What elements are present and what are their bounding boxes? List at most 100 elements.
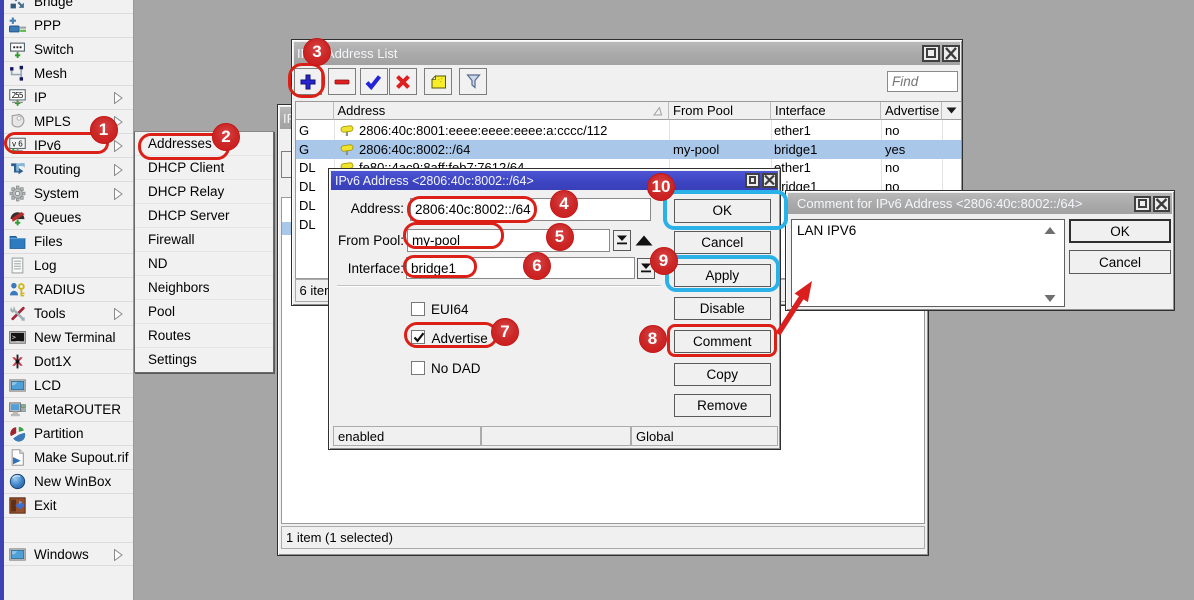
submenu-item-neighbors[interactable]: Neighbors [135, 276, 273, 300]
scroll-down-icon[interactable] [1043, 292, 1056, 303]
advertise-label: Advertise [885, 103, 939, 118]
comment-textarea[interactable]: LAN IPV6 [791, 219, 1065, 307]
cancel-button[interactable]: Cancel [674, 231, 772, 254]
row-0-address-cell: 2806:40c:8001:eeee:eeee:eeee:a:cccc/112 [359, 123, 607, 138]
dialog-maximize-icon[interactable] [745, 173, 760, 188]
b8-label: 8 [648, 329, 657, 349]
sidebar-item-new-terminal[interactable]: >_ New Terminal [4, 326, 133, 350]
terminal-icon: >_ [9, 329, 26, 346]
submenu-item-nd[interactable]: ND [135, 252, 273, 276]
bridge-icon [9, 0, 26, 10]
svg-text:>_: >_ [12, 333, 21, 341]
submenu-arrow-icon [114, 164, 123, 176]
comment-ok-button[interactable]: OK [1069, 219, 1171, 243]
eui64-label: EUI64 [431, 302, 469, 317]
sidebar-item-tools[interactable]: Tools [4, 302, 133, 326]
table-row-selected[interactable]: G 2806:40c:8002::/64 my-pool bridge1 yes [296, 140, 961, 159]
sidebar-item-make-supout[interactable]: Make Supout.rif [4, 446, 133, 470]
collapse-up-icon[interactable] [634, 234, 654, 247]
log-icon [9, 257, 26, 274]
address-item-icon [339, 143, 355, 157]
remove-button[interactable]: Remove [674, 394, 772, 417]
enable-button[interactable] [360, 68, 388, 95]
scroll-up-icon[interactable] [1043, 225, 1056, 236]
sidebar-item-dot1x[interactable]: Dot1X [4, 350, 133, 374]
column-header-from-pool[interactable]: From Pool [669, 102, 771, 120]
sidebar-item-new-winbox[interactable]: New WinBox [4, 470, 133, 494]
find-input[interactable] [887, 71, 958, 92]
ip-icon: 255 [9, 89, 26, 106]
step-badge-3: 3 [303, 38, 331, 66]
sidebar-item-switch[interactable]: Switch [4, 38, 133, 62]
copy-button[interactable]: Copy [674, 363, 772, 386]
dropdown-icon [946, 107, 957, 114]
sidebar-menu: Bridge PPP Switch Mesh 255 IP MPLS v6 IP… [4, 0, 134, 600]
close-icon[interactable] [942, 45, 960, 62]
highlight-ok-button [663, 190, 788, 230]
remove-button[interactable] [328, 68, 356, 95]
list-window-titlebar[interactable]: IPv6 Address List [294, 42, 960, 65]
lcd-icon [9, 377, 26, 394]
row-1-iface-cell: bridge1 [774, 142, 817, 157]
column-header-advertise[interactable]: Advertise [881, 102, 942, 120]
table-row[interactable]: G 2806:40c:8001:eeee:eeee:eeee:a:cccc/11… [296, 121, 961, 140]
submenu-item-dhcp-relay[interactable]: DHCP Relay [135, 180, 273, 204]
sidebar-item-ip[interactable]: 255 IP [4, 86, 133, 110]
from-pool-label: From Pool: [337, 233, 404, 248]
submenu-item-firewall[interactable]: Firewall [135, 228, 273, 252]
step-badge-5: 5 [546, 223, 574, 251]
dialog-close-icon[interactable] [762, 173, 777, 188]
sidebar-item-queues[interactable]: Queues [4, 206, 133, 230]
comment-close-icon[interactable] [1153, 196, 1170, 212]
sidebar-item-metarouter[interactable]: MetaROUTER [4, 398, 133, 422]
step-badge-7: 7 [491, 318, 519, 346]
sidebar-item-system[interactable]: System [4, 182, 133, 206]
filter-button[interactable] [459, 68, 487, 95]
comment-tool-button[interactable] [424, 68, 452, 95]
sidebar-item-exit[interactable]: Exit [4, 494, 133, 518]
remove-label: Remove [697, 398, 747, 413]
submenu-item-pool[interactable]: Pool [135, 300, 273, 324]
separator [337, 285, 661, 287]
disable-button[interactable] [389, 68, 417, 95]
comment-window[interactable]: Comment for IPv6 Address <2806:40c:8002:… [785, 190, 1175, 311]
submenu-item-dhcp-server[interactable]: DHCP Server [135, 204, 273, 228]
dialog-titlebar[interactable]: IPv6 Address <2806:40c:8002::/64> [331, 171, 778, 190]
row-1-flags-cell: G [299, 142, 309, 157]
dialog-status-middle [481, 426, 631, 446]
sidebar-item-files[interactable]: Files [4, 230, 133, 254]
disable-button[interactable]: Disable [674, 297, 772, 320]
highlight-apply-button [665, 255, 780, 292]
supout-file-icon [9, 449, 26, 466]
maximize-icon[interactable] [922, 45, 940, 62]
comment-cancel-button[interactable]: Cancel [1069, 250, 1171, 274]
sidebar-item-mesh[interactable]: Mesh [4, 62, 133, 86]
no-dad-checkbox[interactable] [411, 361, 425, 375]
column-header-flags[interactable] [296, 102, 334, 120]
comment-titlebar[interactable]: Comment for IPv6 Address <2806:40c:8002:… [788, 193, 1172, 214]
column-header-interface[interactable]: Interface [771, 102, 881, 120]
routing-icon [9, 161, 26, 178]
comment-maximize-icon[interactable] [1134, 196, 1151, 212]
sidebar-item-radius[interactable]: RADIUS [4, 278, 133, 302]
row-2-flags-cell: DL [299, 160, 316, 175]
sidebar-item-partition[interactable]: Partition [4, 422, 133, 446]
sidebar-item-ppp[interactable]: PPP [4, 14, 133, 38]
eui64-checkbox[interactable] [411, 302, 425, 316]
column-select-button[interactable] [942, 102, 961, 120]
from-pool-dropdown-button[interactable] [613, 230, 631, 251]
step-badge-1: 1 [90, 116, 118, 144]
submenu-item-routes[interactable]: Routes [135, 324, 273, 348]
submenu-item-settings[interactable]: Settings [135, 348, 273, 372]
sidebar-item-bridge[interactable]: Bridge [4, 0, 133, 14]
row-5-flags-cell: DL [299, 217, 316, 232]
comment-title: Comment for IPv6 Address <2806:40c:8002:… [788, 196, 1132, 211]
sidebar-item-log[interactable]: Log [4, 254, 133, 278]
sidebar-item-routing[interactable]: Routing [4, 158, 133, 182]
column-header-address[interactable]: Address [334, 102, 670, 120]
submenu-arrow-icon [114, 549, 123, 561]
sidebar-item-windows[interactable]: Windows [4, 542, 133, 566]
disable-label: Disable [700, 301, 745, 316]
sidebar-item-lcd[interactable]: LCD [4, 374, 133, 398]
b10-label: 10 [652, 177, 671, 197]
